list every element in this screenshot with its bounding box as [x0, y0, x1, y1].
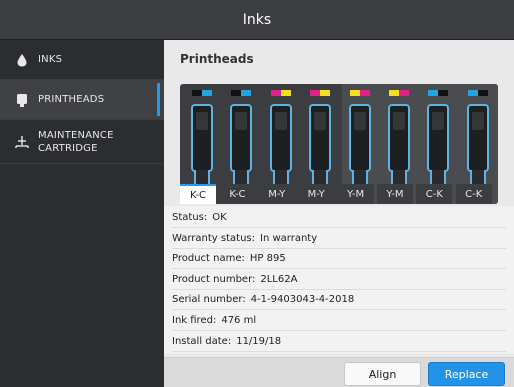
title-bar: Inks	[0, 0, 514, 40]
printhead-tab[interactable]: C-K	[416, 184, 453, 204]
color-swatch	[310, 90, 321, 96]
printhead-tab[interactable]: C-K	[455, 184, 492, 204]
printhead-tab[interactable]: M-Y	[258, 184, 295, 204]
sidebar: INKS PRINTHEADS MAINTENANCE CARTRIDGE	[0, 40, 164, 387]
color-swatch	[399, 90, 409, 96]
printhead-window	[274, 112, 287, 130]
sidebar-item-printheads[interactable]: PRINTHEADS	[0, 80, 164, 120]
info-value: 476 ml	[221, 315, 257, 326]
align-button[interactable]: Align	[344, 362, 421, 386]
bottom-action-bar: Align Replace	[164, 357, 514, 387]
printhead-color-indicator	[192, 90, 212, 96]
replace-button[interactable]: Replace	[428, 362, 505, 386]
color-swatch	[270, 90, 281, 96]
color-swatch	[389, 90, 399, 96]
info-row: Product name: HP 895	[172, 249, 506, 270]
printhead-color-indicator	[310, 90, 331, 96]
printhead-color-indicator	[467, 90, 488, 96]
info-value: HP 895	[249, 253, 286, 265]
printhead-window	[235, 112, 248, 130]
info-key: Ink fired:	[172, 315, 217, 326]
printhead-window	[471, 112, 484, 130]
main-panel: Printheads K-C K-C M-Y M-Y Y-M Y-M C-K C-K Stat…	[164, 40, 514, 387]
sidebar-item-label: INKS	[38, 54, 63, 65]
info-row: Product number: 2LL62A	[172, 270, 506, 290]
color-swatch	[359, 90, 370, 96]
printhead-body	[466, 104, 489, 172]
ink-drop-icon	[17, 53, 27, 66]
printhead-body	[269, 104, 292, 172]
printhead-window	[393, 112, 405, 130]
info-row: Status: OK	[172, 208, 506, 228]
printhead-color-indicator	[231, 90, 252, 96]
sidebar-item-label: MAINTENANCE CARTRIDGE	[38, 129, 114, 154]
printhead-icon	[17, 93, 27, 107]
maintenance-cartridge-icon	[15, 135, 29, 148]
printhead-body	[309, 104, 332, 172]
color-swatch	[428, 90, 439, 96]
sidebar-item-maintenance-cartridge[interactable]: MAINTENANCE CARTRIDGE	[0, 120, 164, 164]
info-row: Ink fired: 476 ml	[172, 311, 506, 331]
info-key: Install date:	[172, 335, 232, 347]
printhead-tab[interactable]: K-C	[180, 184, 216, 204]
printhead-body	[348, 104, 371, 172]
color-swatch	[349, 90, 360, 96]
printhead-body	[191, 104, 213, 172]
printhead-color-indicator	[270, 90, 291, 96]
printhead-tabs: K-C K-C M-Y M-Y Y-M Y-M C-K C-K	[180, 184, 498, 204]
info-row: Warranty status: In warranty	[172, 229, 506, 249]
printhead-tab[interactable]: K-C	[219, 184, 256, 204]
printhead-window	[196, 112, 208, 130]
info-key: Product number:	[172, 273, 256, 285]
printhead-body	[230, 104, 253, 172]
info-key: Serial number:	[172, 294, 246, 306]
printhead-body	[427, 104, 450, 172]
info-value: 2LL62A	[260, 273, 298, 285]
info-value: OK	[212, 212, 227, 223]
color-swatch	[241, 90, 252, 96]
printhead-color-indicator	[349, 90, 370, 96]
info-row: Install date: 11/19/18	[172, 332, 506, 352]
color-swatch	[202, 90, 212, 96]
printhead-tab[interactable]: Y-M	[337, 184, 374, 204]
info-row: Serial number: 4-1-9403043-4-2018	[172, 290, 506, 311]
color-swatch	[320, 90, 331, 96]
color-swatch	[231, 90, 242, 96]
info-value: 4-1-9403043-4-2018	[250, 294, 355, 306]
printhead-window	[353, 112, 366, 130]
info-value: In warranty	[260, 232, 318, 244]
printhead-tab[interactable]: Y-M	[376, 184, 413, 204]
color-swatch	[280, 90, 291, 96]
printhead-color-indicator	[428, 90, 449, 96]
info-key: Status:	[172, 212, 208, 223]
window-title: Inks	[242, 11, 272, 28]
color-swatch	[477, 90, 488, 96]
color-swatch	[438, 90, 449, 96]
page-title: Printheads	[180, 52, 254, 66]
color-swatch	[192, 90, 202, 96]
printhead-info: Status: OK Warranty status: In warranty Prod…	[164, 206, 514, 354]
printhead-window	[432, 112, 445, 130]
printhead-tab[interactable]: M-Y	[298, 184, 335, 204]
sidebar-item-inks[interactable]: INKS	[0, 40, 164, 80]
color-swatch	[467, 90, 478, 96]
info-key: Product name:	[172, 253, 245, 265]
printhead-window	[314, 112, 327, 130]
printhead-body	[388, 104, 410, 172]
info-key: Warranty status:	[172, 232, 256, 244]
info-value: 11/19/18	[236, 335, 282, 347]
sidebar-item-label: PRINTHEADS	[38, 94, 105, 105]
printhead-color-indicator	[389, 90, 409, 96]
